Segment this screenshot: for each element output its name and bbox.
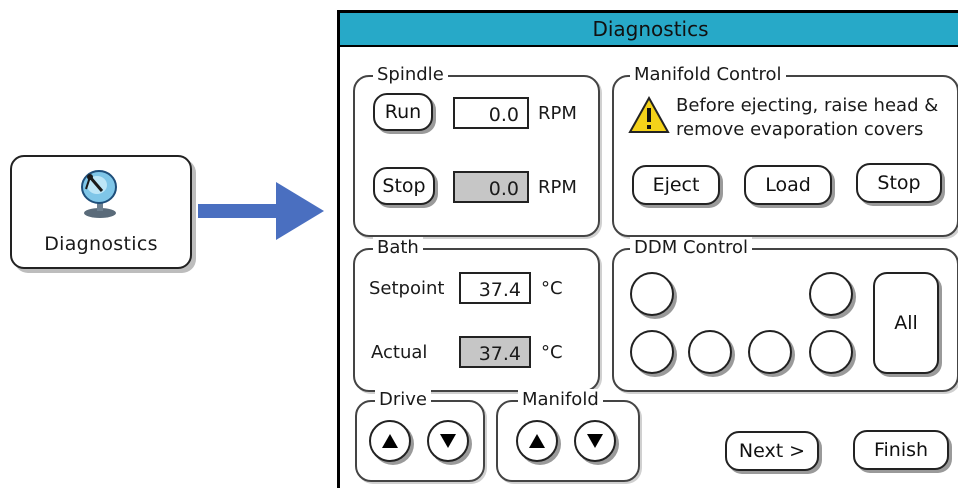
spindle-rpm-setpoint-field[interactable]: 0.0 bbox=[453, 97, 529, 129]
ddm-control-group: DDM Control All bbox=[612, 237, 958, 392]
bath-setpoint-field[interactable]: 37.4 bbox=[459, 272, 531, 304]
ddm-toggle-2[interactable] bbox=[809, 272, 853, 316]
setpoint-label: Setpoint bbox=[369, 278, 445, 299]
actual-label: Actual bbox=[371, 342, 428, 363]
diagnostics-window: Diagnostics Spindle Run 0.0 RPM Stop 0.0… bbox=[337, 10, 958, 488]
setpoint-unit: °C bbox=[541, 278, 563, 299]
manifold-control-group: Manifold Control Before ejecting, raise … bbox=[612, 64, 958, 237]
load-button[interactable]: Load bbox=[744, 165, 832, 205]
up-arrow-icon bbox=[382, 434, 398, 448]
spindle-run-button[interactable]: Run bbox=[373, 93, 433, 131]
spindle-legend: Spindle bbox=[373, 64, 448, 86]
up-arrow-icon bbox=[529, 434, 545, 448]
spindle-group: Spindle Run 0.0 RPM Stop 0.0 RPM bbox=[353, 64, 600, 237]
launcher-label: Diagnostics bbox=[44, 233, 158, 255]
window-title: Diagnostics bbox=[340, 13, 958, 47]
down-arrow-icon bbox=[587, 434, 603, 448]
manifold-legend: Manifold bbox=[518, 389, 603, 411]
spindle-rpm-unit: RPM bbox=[538, 103, 577, 124]
finish-button[interactable]: Finish bbox=[853, 430, 949, 470]
bath-legend: Bath bbox=[373, 237, 423, 259]
drive-up-button[interactable] bbox=[369, 420, 411, 462]
ddm-toggle-1[interactable] bbox=[630, 272, 674, 316]
spindle-rpm-actual-unit: RPM bbox=[538, 177, 577, 198]
eject-button[interactable]: Eject bbox=[632, 165, 720, 205]
warning-text-line2: remove evaporation covers bbox=[676, 119, 924, 140]
ddm-toggle-4[interactable] bbox=[688, 330, 732, 374]
manifold-control-legend: Manifold Control bbox=[630, 64, 786, 86]
ddm-toggle-3[interactable] bbox=[630, 330, 674, 374]
warning-icon bbox=[628, 95, 670, 133]
drive-group: Drive bbox=[355, 389, 485, 482]
ddm-control-legend: DDM Control bbox=[630, 237, 753, 259]
down-arrow-icon bbox=[440, 434, 456, 448]
drive-down-button[interactable] bbox=[427, 420, 469, 462]
manifold-down-button[interactable] bbox=[574, 420, 616, 462]
spindle-stop-button[interactable]: Stop bbox=[373, 167, 435, 205]
bath-group: Bath Setpoint 37.4 °C Actual 37.4 °C bbox=[353, 237, 600, 392]
next-button[interactable]: Next > bbox=[725, 431, 819, 471]
manifold-up-button[interactable] bbox=[516, 420, 558, 462]
diagnostics-launcher[interactable]: Diagnostics bbox=[10, 155, 192, 269]
bath-actual-field: 37.4 bbox=[459, 336, 531, 368]
warning-text-line1: Before ejecting, raise head & bbox=[676, 95, 939, 116]
ddm-all-button[interactable]: All bbox=[873, 272, 939, 374]
eject-warning: Before ejecting, raise head & remove eva… bbox=[628, 95, 958, 143]
spindle-rpm-actual-field: 0.0 bbox=[453, 171, 529, 203]
manifold-stop-button[interactable]: Stop bbox=[856, 163, 942, 203]
actual-unit: °C bbox=[541, 342, 563, 363]
ddm-toggle-6[interactable] bbox=[809, 330, 853, 374]
manifold-group: Manifold bbox=[496, 389, 640, 482]
drive-legend: Drive bbox=[375, 389, 431, 411]
flow-arrow-icon bbox=[198, 182, 324, 240]
satellite-dish-icon bbox=[81, 170, 117, 218]
ddm-toggle-5[interactable] bbox=[748, 330, 792, 374]
